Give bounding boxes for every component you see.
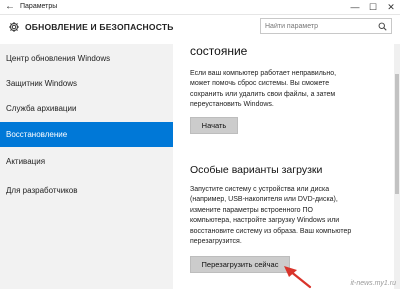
boot-description-line: измените параметры встроенного ПО bbox=[190, 206, 313, 214]
boot-description-line: (например, USB-накопителя или DVD-диска)… bbox=[190, 196, 338, 204]
sidebar-item-windows-defender[interactable]: Защитник Windows bbox=[0, 71, 173, 96]
search-icon[interactable] bbox=[378, 22, 387, 31]
sidebar: Центр обновления Windows Защитник Window… bbox=[0, 44, 173, 289]
window-title: Параметры bbox=[20, 3, 58, 10]
start-reset-button[interactable]: Начать bbox=[190, 117, 238, 134]
boot-section-title: Особые варианты загрузки bbox=[190, 164, 323, 176]
gear-icon bbox=[9, 22, 19, 32]
reset-description: Если ваш компьютер работает неправильно,… bbox=[190, 69, 395, 111]
scrollbar[interactable] bbox=[394, 44, 400, 289]
reset-section-title: состояние bbox=[190, 44, 248, 58]
reset-description-line: переустановить Windows. bbox=[190, 101, 274, 109]
annotation-arrow-icon bbox=[284, 266, 312, 289]
watermark: it-news.my1.ru bbox=[350, 280, 396, 287]
sidebar-item-developers[interactable]: Для разработчиков bbox=[0, 178, 173, 203]
reset-description-line: может помочь сброс системы. Вы сможете bbox=[190, 80, 330, 88]
search-input[interactable] bbox=[265, 20, 373, 32]
boot-description-line: перезагрузится. bbox=[190, 238, 242, 246]
sidebar-item-recovery[interactable]: Восстановление bbox=[0, 122, 173, 147]
sidebar-item-windows-update[interactable]: Центр обновления Windows bbox=[0, 46, 173, 71]
title-bar bbox=[0, 0, 400, 15]
boot-description: Запустите систему с устройства или диска… bbox=[190, 185, 395, 247]
boot-description-line: компьютера, настройте загрузку Windows и… bbox=[190, 217, 340, 225]
maximize-button[interactable]: ☐ bbox=[364, 0, 382, 14]
page-title: ОБНОВЛЕНИЕ И БЕЗОПАСНОСТЬ bbox=[25, 22, 174, 32]
reset-description-line: сохранить или удалить свои файлы, а зате… bbox=[190, 90, 336, 98]
boot-description-line: восстановите систему из образа. Ваш комп… bbox=[190, 227, 352, 235]
minimize-button[interactable]: — bbox=[346, 0, 364, 14]
scrollbar-thumb[interactable] bbox=[395, 74, 399, 194]
sidebar-item-activation[interactable]: Активация bbox=[0, 149, 173, 174]
close-button[interactable]: ✕ bbox=[382, 0, 400, 14]
back-arrow-icon[interactable]: ← bbox=[4, 0, 16, 14]
sidebar-item-backup[interactable]: Служба архивации bbox=[0, 96, 173, 121]
reset-description-line: Если ваш компьютер работает неправильно, bbox=[190, 70, 337, 77]
boot-description-line: Запустите систему с устройства или диска bbox=[190, 186, 330, 193]
search-box[interactable] bbox=[260, 18, 392, 34]
